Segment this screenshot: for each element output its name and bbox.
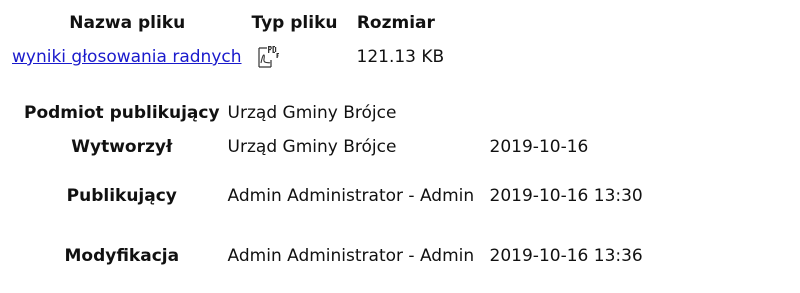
column-header-file-size: Rozmiar [356,13,435,33]
modified-value: Admin Administrator - Admin [227,246,475,266]
published-date: 2019-10-16 13:30 [489,186,643,206]
created-label: Wytworzył [71,137,173,157]
column-header-file-name: Nazwa pliku [69,13,186,33]
attachments-table: Nazwa pliku Typ pliku Rozmiar wyniki gło… [8,6,449,74]
attachment-name-cell: wyniki głosowania radnych [8,40,247,74]
attachment-row: wyniki głosowania radnych 121.13 KB [8,40,449,74]
metadata-row-publisher: Podmiot publikujący Urząd Gminy Brójce [20,98,647,128]
published-label: Publikujący [66,186,177,206]
modified-label: Modyfikacja [64,246,180,266]
metadata-row-published: Publikujący Admin Administrator - Admin … [20,166,647,226]
created-date: 2019-10-16 [489,137,589,157]
metadata-row-created: Wytworzył Urząd Gminy Brójce 2019-10-16 [20,128,647,166]
modified-date: 2019-10-16 13:36 [489,246,643,266]
published-value: Admin Administrator - Admin [227,186,475,206]
column-header-file-type: Typ pliku [251,13,338,33]
pdf-file-icon [257,45,279,69]
metadata-table: Podmiot publikujący Urząd Gminy Brójce W… [20,98,647,286]
publisher-value: Urząd Gminy Brójce [227,103,397,123]
attachment-download-link[interactable]: wyniki głosowania radnych [12,47,242,67]
publisher-label: Podmiot publikujący [24,103,220,123]
attachment-type-cell [247,40,343,74]
attachment-size-cell: 121.13 KB [356,47,445,67]
created-value: Urząd Gminy Brójce [227,137,397,157]
metadata-row-modified: Modyfikacja Admin Administrator - Admin … [20,226,647,286]
publisher-date [486,98,647,128]
attachments-header-row: Nazwa pliku Typ pliku Rozmiar [8,6,449,40]
